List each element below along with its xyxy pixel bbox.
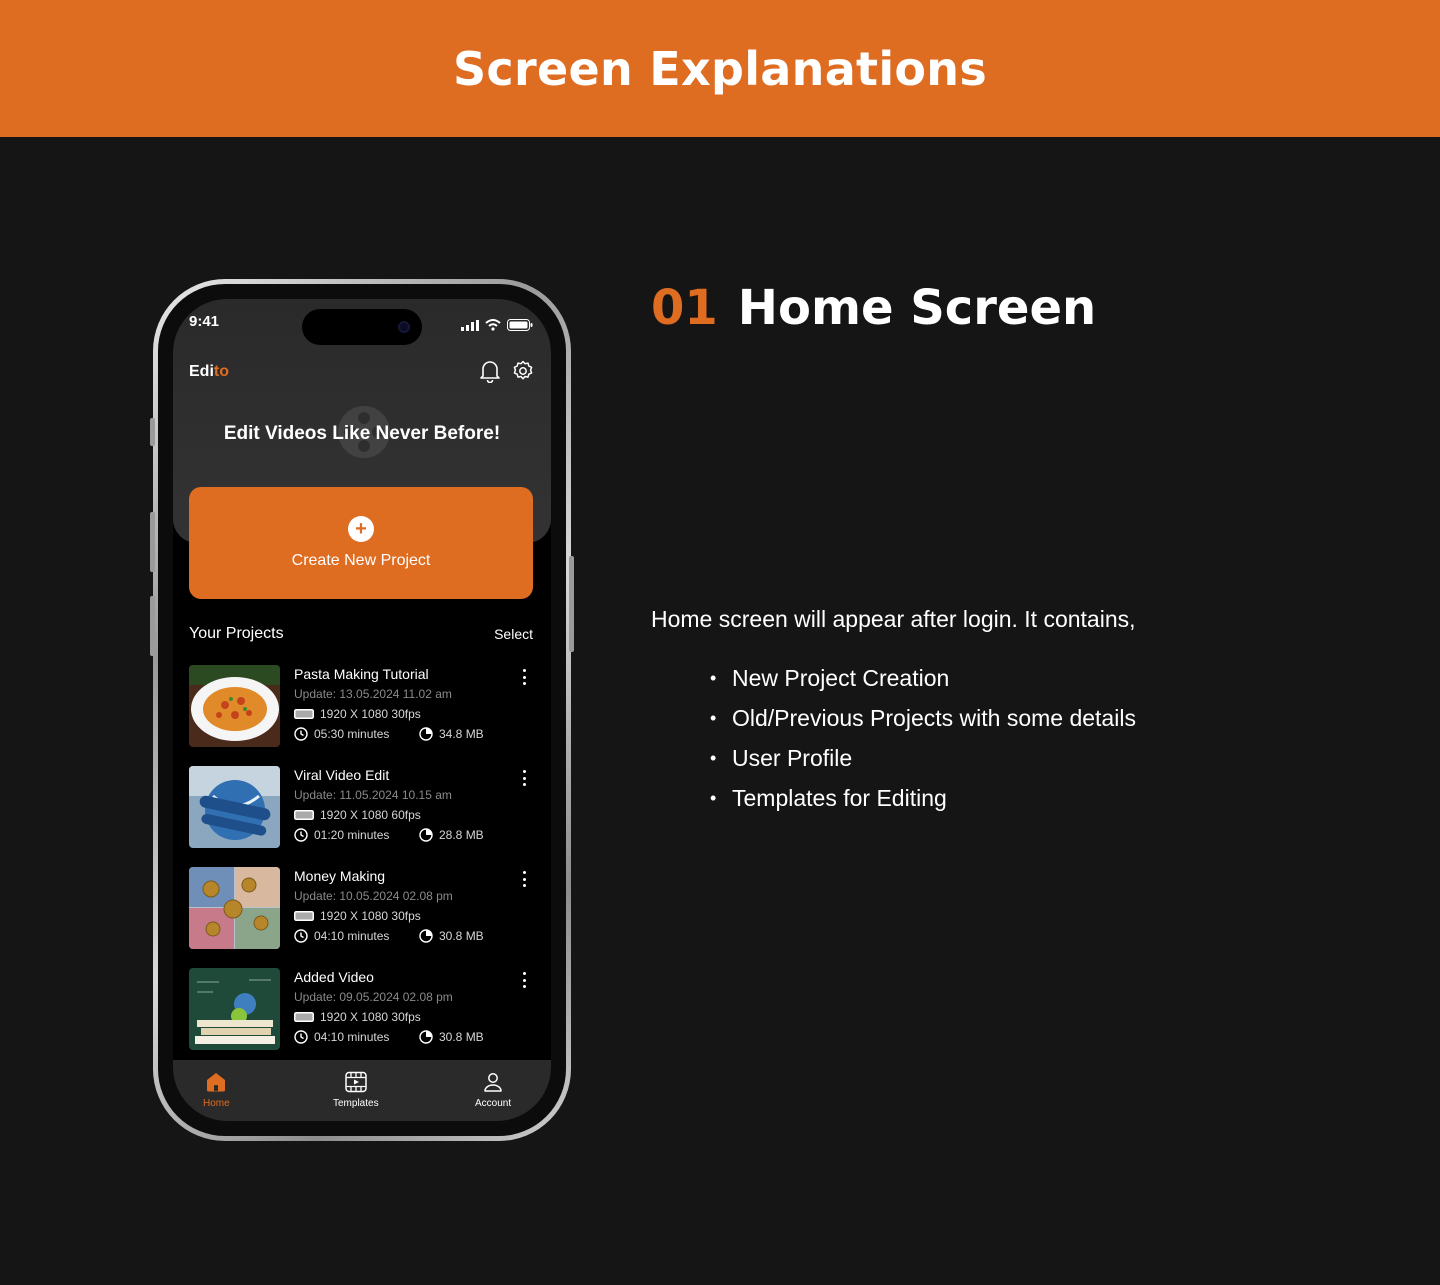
create-project-button[interactable]: + Create New Project <box>189 487 533 599</box>
plus-icon: + <box>348 516 374 542</box>
project-size: 30.8 MB <box>439 1030 484 1044</box>
projects-heading: Your Projects <box>189 625 284 642</box>
wifi-icon <box>485 319 501 331</box>
clock-icon <box>294 828 308 842</box>
bell-icon[interactable] <box>479 359 501 383</box>
project-resolution: 1920 X 1080 30fps <box>320 1010 421 1024</box>
signal-icon <box>461 319 479 331</box>
storage-icon <box>419 929 433 943</box>
bottom-tab-bar: Home Templates Account <box>173 1060 551 1121</box>
project-item[interactable]: Added Video Update: 09.05.2024 02.08 pm … <box>189 968 533 1050</box>
phone-side-button <box>150 418 155 446</box>
project-update: Update: 11.05.2024 10.15 am <box>294 788 452 802</box>
more-options-icon[interactable] <box>521 972 527 988</box>
section-title: 01 Home Screen <box>651 280 1096 336</box>
more-options-icon[interactable] <box>521 669 527 685</box>
project-size: 34.8 MB <box>439 727 484 741</box>
tab-templates[interactable]: Templates <box>333 1070 379 1109</box>
phone-volume-up <box>150 512 155 572</box>
project-duration: 05:30 minutes <box>314 727 390 741</box>
phone-volume-down <box>150 596 155 656</box>
clock-icon <box>294 1030 308 1044</box>
project-size: 30.8 MB <box>439 929 484 943</box>
dynamic-island <box>302 309 422 345</box>
project-item[interactable]: Money Making Update: 10.05.2024 02.08 pm… <box>189 867 533 949</box>
status-time: 9:41 <box>189 313 220 330</box>
resolution-icon <box>294 810 314 820</box>
battery-icon <box>507 319 533 331</box>
project-item[interactable]: Viral Video Edit Update: 11.05.2024 10.1… <box>189 766 533 848</box>
tab-account-label: Account <box>475 1098 512 1109</box>
section-heading: Home Screen <box>737 280 1097 336</box>
gear-icon[interactable] <box>511 359 535 383</box>
tab-templates-label: Templates <box>333 1098 379 1109</box>
storage-icon <box>419 727 433 741</box>
more-options-icon[interactable] <box>521 871 527 887</box>
feature-item: New Project Creation <box>710 658 1136 698</box>
project-thumbnail <box>189 665 280 747</box>
select-button[interactable]: Select <box>494 626 533 642</box>
tab-home-label: Home <box>203 1098 230 1109</box>
status-icons <box>461 319 533 331</box>
project-resolution: 1920 X 1080 30fps <box>320 707 421 721</box>
resolution-icon <box>294 911 314 921</box>
project-thumbnail <box>189 867 280 949</box>
section-number: 01 <box>651 280 718 336</box>
project-update: Update: 09.05.2024 02.08 pm <box>294 990 453 1004</box>
feature-list: New Project Creation Old/Previous Projec… <box>710 658 1136 818</box>
project-item[interactable]: Pasta Making Tutorial Update: 13.05.2024… <box>189 665 533 747</box>
project-thumbnail <box>189 766 280 848</box>
storage-icon <box>419 1030 433 1044</box>
user-icon <box>484 1073 502 1092</box>
feature-item: Templates for Editing <box>710 778 1136 818</box>
phone-screen: 9:41 Edito Edit Videos Like Never Before… <box>173 299 551 1121</box>
project-title: Money Making <box>294 868 386 884</box>
clock-icon <box>294 929 308 943</box>
project-duration: 04:10 minutes <box>314 1030 390 1044</box>
feature-item: Old/Previous Projects with some details <box>710 698 1136 738</box>
phone-power-button <box>569 556 574 652</box>
project-title: Added Video <box>294 969 374 985</box>
storage-icon <box>419 828 433 842</box>
header-banner: Screen Explanations <box>0 0 1440 137</box>
more-options-icon[interactable] <box>521 770 527 786</box>
create-project-label: Create New Project <box>291 552 431 569</box>
feature-item: User Profile <box>710 738 1136 778</box>
project-duration: 04:10 minutes <box>314 929 390 943</box>
tab-home[interactable]: Home <box>203 1070 230 1109</box>
project-duration: 01:20 minutes <box>314 828 390 842</box>
section-intro: Home screen will appear after login. It … <box>651 606 1136 632</box>
project-thumbnail <box>189 968 280 1050</box>
project-resolution: 1920 X 1080 60fps <box>320 808 421 822</box>
resolution-icon <box>294 709 314 719</box>
app-logo: Edito <box>189 363 229 380</box>
project-title: Pasta Making Tutorial <box>294 666 429 682</box>
banner-title: Screen Explanations <box>452 41 988 96</box>
resolution-icon <box>294 1012 314 1022</box>
clock-icon <box>294 727 308 741</box>
project-resolution: 1920 X 1080 30fps <box>320 909 421 923</box>
tab-account[interactable]: Account <box>475 1070 511 1109</box>
tagline: Edit Videos Like Never Before! <box>223 423 501 444</box>
home-icon <box>207 1073 226 1092</box>
project-update: Update: 10.05.2024 02.08 pm <box>294 889 453 903</box>
film-icon <box>345 1071 367 1093</box>
project-title: Viral Video Edit <box>294 767 390 783</box>
project-size: 28.8 MB <box>439 828 484 842</box>
project-update: Update: 13.05.2024 11.02 am <box>294 687 452 701</box>
